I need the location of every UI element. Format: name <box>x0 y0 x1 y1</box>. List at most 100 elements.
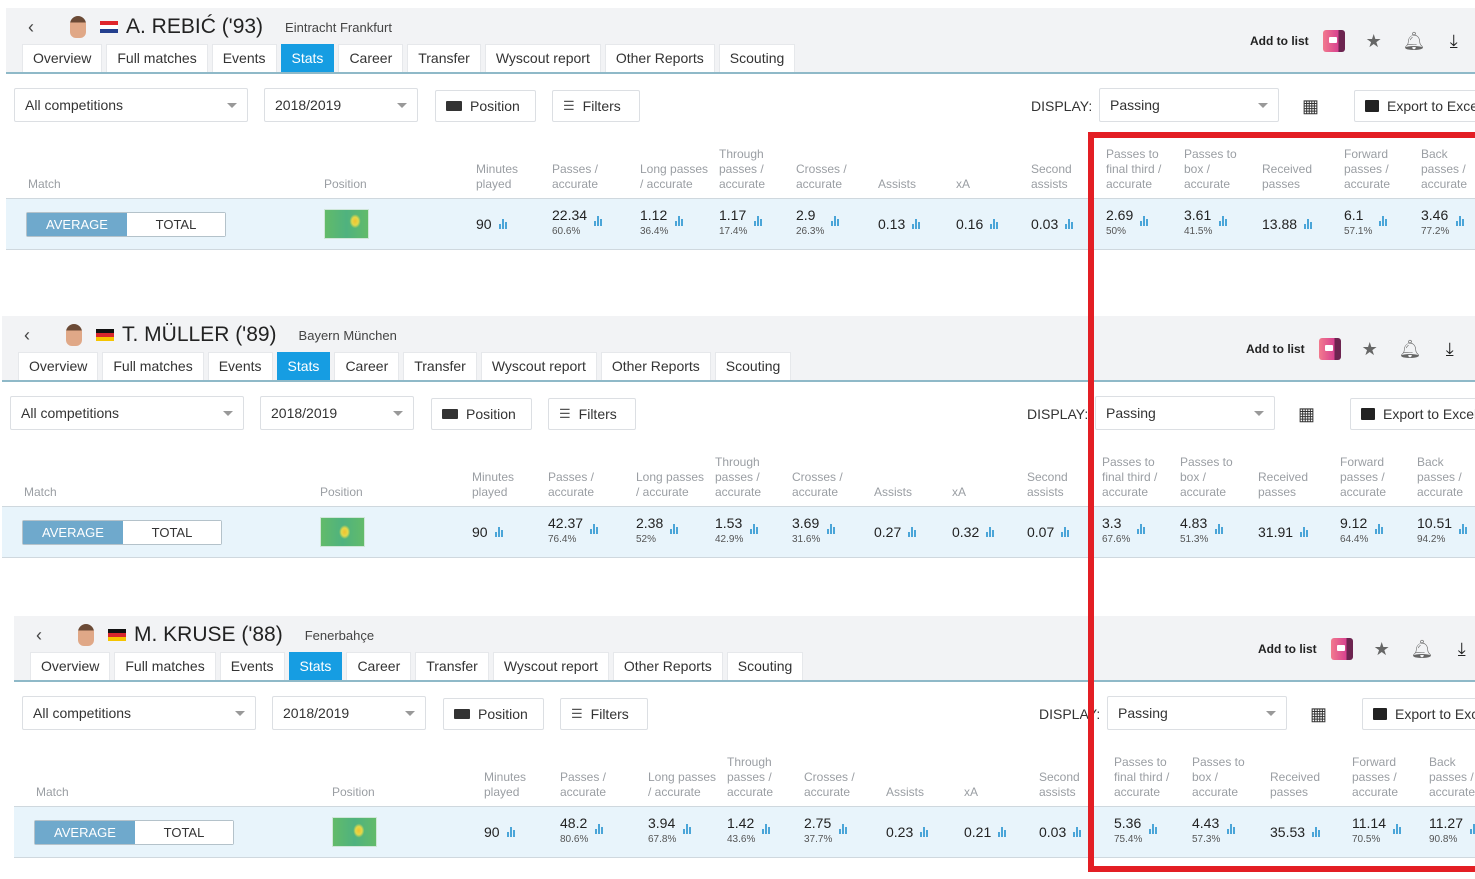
tab-career[interactable]: Career <box>346 652 412 680</box>
edit-columns-icon[interactable]: ▦ <box>1310 704 1327 725</box>
column-header[interactable]: Forward passes / accurate <box>1352 755 1422 800</box>
bar-chart-icon[interactable] <box>1219 215 1228 226</box>
edit-columns-icon[interactable]: ▦ <box>1298 404 1315 425</box>
position-heatmap[interactable] <box>332 817 377 847</box>
competition-select[interactable]: All competitions <box>22 696 256 730</box>
list-icon[interactable] <box>1318 338 1341 360</box>
bar-chart-icon[interactable] <box>762 823 771 834</box>
average-option[interactable]: AVERAGE <box>27 213 127 236</box>
column-header[interactable]: Assists <box>886 785 924 800</box>
column-header[interactable]: Second assists <box>1031 162 1101 192</box>
column-header[interactable]: Long passes / accurate <box>648 770 718 800</box>
tab-full-matches[interactable]: Full matches <box>106 44 208 72</box>
column-header[interactable]: Received passes <box>1262 162 1332 192</box>
bar-chart-icon[interactable] <box>1312 826 1321 837</box>
list-icon[interactable] <box>1322 30 1345 52</box>
column-header[interactable]: Second assists <box>1027 470 1097 500</box>
column-header[interactable]: Crosses / accurate <box>804 770 874 800</box>
download-icon[interactable]: ⤓ <box>1451 639 1473 660</box>
tab-overview[interactable]: Overview <box>18 352 99 380</box>
bar-chart-icon[interactable] <box>839 823 848 834</box>
bar-chart-icon[interactable] <box>1061 526 1070 537</box>
back-icon[interactable]: ‹ <box>28 17 58 38</box>
position-button[interactable]: Position <box>435 90 536 122</box>
column-header[interactable]: Minutes played <box>484 770 554 800</box>
bar-chart-icon[interactable] <box>594 215 603 226</box>
tab-overview[interactable]: Overview <box>30 652 111 680</box>
download-icon[interactable]: ⤓ <box>1439 339 1461 360</box>
bar-chart-icon[interactable] <box>827 523 836 534</box>
tab-wyscout-report[interactable]: Wyscout report <box>484 44 601 72</box>
column-header[interactable]: Passes to box / accurate <box>1180 455 1250 500</box>
column-header[interactable]: xA <box>956 177 970 192</box>
position-heatmap[interactable] <box>320 517 365 547</box>
tab-transfer[interactable]: Transfer <box>403 352 477 380</box>
season-select[interactable]: 2018/2019 <box>272 696 426 730</box>
tab-overview[interactable]: Overview <box>22 44 103 72</box>
tab-full-matches[interactable]: Full matches <box>114 652 216 680</box>
bar-chart-icon[interactable] <box>1140 215 1149 226</box>
bar-chart-icon[interactable] <box>1300 526 1309 537</box>
tab-events[interactable]: Events <box>207 352 273 380</box>
bell-icon[interactable]: 🔔︎ <box>1411 639 1434 660</box>
display-select[interactable]: Passing <box>1107 696 1287 730</box>
tab-full-matches[interactable]: Full matches <box>102 352 204 380</box>
tab-events[interactable]: Events <box>219 652 285 680</box>
bar-chart-icon[interactable] <box>506 826 515 837</box>
bell-icon[interactable]: 🔔︎ <box>1403 31 1426 52</box>
filters-button[interactable]: ☰ Filters <box>552 90 640 122</box>
bar-chart-icon[interactable] <box>1456 215 1465 226</box>
column-header[interactable]: Position <box>320 485 363 500</box>
column-header[interactable]: Assists <box>878 177 916 192</box>
column-header[interactable]: Back passes / accurate <box>1429 755 1475 800</box>
bar-chart-icon[interactable] <box>1149 823 1158 834</box>
tab-other-reports[interactable]: Other Reports <box>604 44 715 72</box>
column-header[interactable]: Through passes / accurate <box>727 755 797 800</box>
column-header[interactable]: Crosses / accurate <box>792 470 862 500</box>
edit-columns-icon[interactable]: ▦ <box>1302 96 1319 117</box>
filters-button[interactable]: ☰ Filters <box>548 398 636 430</box>
bar-chart-icon[interactable] <box>1379 215 1388 226</box>
column-header[interactable]: Long passes / accurate <box>640 162 710 192</box>
column-header[interactable]: Second assists <box>1039 770 1109 800</box>
column-header[interactable]: xA <box>952 485 966 500</box>
bar-chart-icon[interactable] <box>498 218 507 229</box>
bar-chart-icon[interactable] <box>998 826 1007 837</box>
display-select[interactable]: Passing <box>1099 88 1279 122</box>
bar-chart-icon[interactable] <box>1470 823 1475 834</box>
column-header[interactable]: Position <box>332 785 375 800</box>
tab-stats[interactable]: Stats <box>280 44 335 72</box>
column-header[interactable]: Back passes / accurate <box>1417 455 1475 500</box>
total-option[interactable]: TOTAL <box>135 821 233 844</box>
tab-stats[interactable]: Stats <box>276 352 331 380</box>
add-to-list-label[interactable]: Add to list <box>1250 34 1309 48</box>
position-heatmap[interactable] <box>324 209 369 239</box>
bar-chart-icon[interactable] <box>1375 523 1384 534</box>
bar-chart-icon[interactable] <box>670 523 679 534</box>
tab-events[interactable]: Events <box>211 44 277 72</box>
export-excel-button[interactable]: Export to Excel <box>1354 90 1475 122</box>
bar-chart-icon[interactable] <box>1459 523 1468 534</box>
position-button[interactable]: Position <box>431 398 532 430</box>
tab-scouting[interactable]: Scouting <box>726 652 804 680</box>
club-name[interactable]: Bayern München <box>299 328 397 343</box>
column-header[interactable]: Crosses / accurate <box>796 162 866 192</box>
bar-chart-icon[interactable] <box>1065 218 1074 229</box>
competition-select[interactable]: All competitions <box>10 396 244 430</box>
column-header[interactable]: Passes / accurate <box>548 470 618 500</box>
column-header[interactable]: Match <box>24 485 57 500</box>
column-header[interactable]: Passes / accurate <box>552 162 622 192</box>
tab-scouting[interactable]: Scouting <box>714 352 792 380</box>
add-to-list-label[interactable]: Add to list <box>1246 342 1305 356</box>
position-button[interactable]: Position <box>443 698 544 730</box>
club-name[interactable]: Eintracht Frankfurt <box>285 20 392 35</box>
add-to-list-label[interactable]: Add to list <box>1258 642 1317 656</box>
column-header[interactable]: Passes to final third / accurate <box>1114 755 1184 800</box>
column-header[interactable]: Match <box>28 177 61 192</box>
column-header[interactable]: Minutes played <box>472 470 542 500</box>
tab-transfer[interactable]: Transfer <box>415 652 489 680</box>
tab-career[interactable]: Career <box>334 352 400 380</box>
column-header[interactable]: Received passes <box>1270 770 1340 800</box>
bar-chart-icon[interactable] <box>1393 823 1401 834</box>
bar-chart-icon[interactable] <box>494 526 503 537</box>
